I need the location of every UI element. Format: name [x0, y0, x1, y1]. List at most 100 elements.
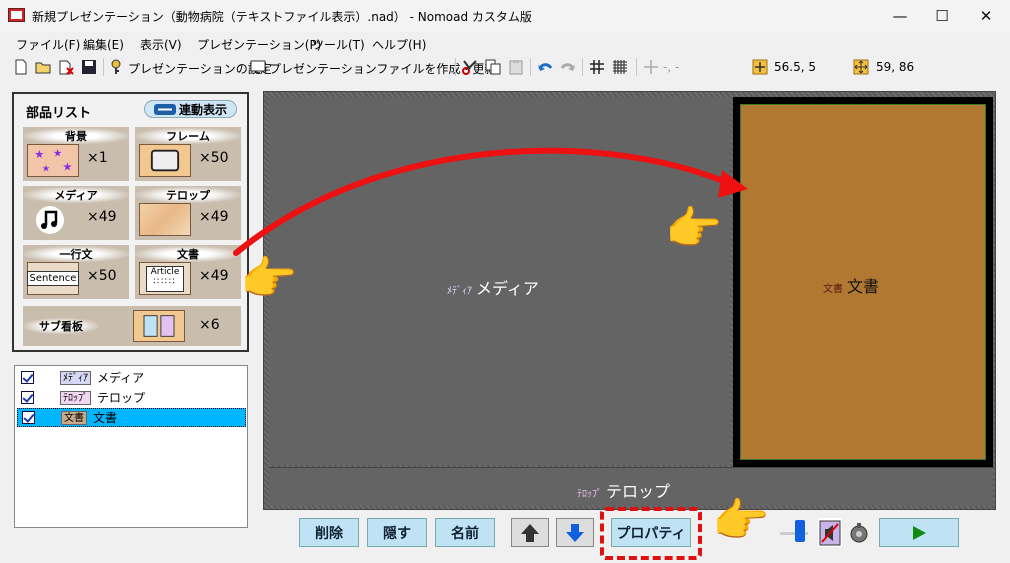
part-tile-label: 一行文: [23, 246, 129, 262]
part-tile-label: サブ看板: [23, 318, 99, 334]
svg-text:★: ★: [62, 160, 72, 173]
part-tile-sub-signboard[interactable]: サブ看板 ×6: [23, 306, 241, 346]
layer-visibility-checkbox[interactable]: [22, 411, 35, 424]
document-zone[interactable]: 文書 文書: [733, 97, 993, 467]
minimize-button[interactable]: —: [878, 0, 922, 32]
part-tile-sentence[interactable]: 一行文 Sentence ×50: [23, 245, 129, 299]
toolbar-separator: [103, 58, 104, 76]
menu-view[interactable]: 表示(V): [140, 36, 182, 53]
part-tile-background[interactable]: 背景 ★ ★ ★ ★ ×1: [23, 127, 129, 181]
part-tile-document[interactable]: 文書 Article ∷∷∷ ×49: [135, 245, 241, 299]
open-folder-icon[interactable]: [35, 59, 51, 75]
paste-icon[interactable]: [508, 59, 524, 75]
copy-icon[interactable]: [485, 59, 501, 75]
toolbar-separator: [455, 58, 456, 76]
svg-text:★: ★: [34, 148, 44, 161]
menu-presentation[interactable]: プレゼンテーション(P): [197, 36, 321, 53]
fine-grid-icon[interactable]: [612, 59, 628, 75]
part-count: ×1: [87, 150, 108, 166]
part-tile-label: フレーム: [135, 128, 241, 144]
document-zone-fill: 文書 文書: [740, 104, 986, 460]
part-tile-media[interactable]: メディア ×49: [23, 186, 129, 240]
toolbar: プレゼンテーションの設定 プレゼンテーションファイルを作成・更新 -, - 56…: [0, 54, 1010, 80]
part-count: ×6: [199, 317, 220, 333]
layer-label: テロップ: [97, 391, 146, 405]
close-button[interactable]: ✕: [964, 0, 1008, 32]
save-icon[interactable]: [81, 59, 97, 75]
media-tag: ﾒﾃﾞｨｱ: [447, 286, 472, 297]
layer-tag: 文書: [61, 410, 87, 425]
volume-slider-thumb[interactable]: [795, 520, 805, 542]
play-button[interactable]: [879, 518, 959, 547]
menu-tools[interactable]: ツール(T): [312, 36, 365, 53]
position-icon: [752, 59, 768, 75]
part-tile-label: テロップ: [135, 187, 241, 203]
app-icon: [8, 8, 25, 22]
layer-row-document[interactable]: 文書 文書: [17, 408, 246, 427]
layer-label: 文書: [93, 411, 118, 425]
part-count: ×50: [87, 268, 117, 284]
cursor-coordinates: -, -: [663, 60, 680, 74]
mute-icon: [819, 520, 841, 545]
grid-icon[interactable]: [589, 59, 605, 75]
telop-label: テロップ: [606, 482, 671, 501]
properties-highlight-box: [600, 507, 702, 560]
layer-row-media[interactable]: ﾒﾃﾞｨｱ メディア: [17, 368, 246, 387]
parts-list-panel: 部品リスト 連動表示 背景 ★ ★ ★ ★ ×1 フレーム ×50 メディア ×49 …: [12, 92, 249, 352]
menu-edit[interactable]: 編集(E): [83, 36, 124, 53]
pointing-hand-icon: 👉: [712, 493, 770, 547]
telop-tag: ﾃﾛｯﾌﾟ: [577, 489, 602, 500]
undo-icon[interactable]: [537, 59, 553, 75]
frame-icon: [139, 144, 191, 177]
mute-button[interactable]: [818, 518, 842, 547]
layer-visibility-checkbox[interactable]: [21, 371, 34, 384]
part-tile-frame[interactable]: フレーム ×50: [135, 127, 241, 181]
presentation-stage[interactable]: ﾒﾃﾞｨｱ メディア 文書 文書 ﾃﾛｯﾌﾟ テロップ: [263, 91, 996, 510]
position-readout: 56.5, 5: [774, 60, 816, 74]
part-tile-telop[interactable]: テロップ ×49: [135, 186, 241, 240]
layer-tag: ﾒﾃﾞｨｱ: [60, 370, 91, 385]
settings-button[interactable]: [846, 518, 872, 547]
article-thumb-text: Article: [150, 266, 180, 277]
part-count: ×49: [199, 209, 229, 225]
cut-icon[interactable]: [462, 59, 478, 75]
part-tile-label: 文書: [135, 246, 241, 262]
presentation-file-icon: [250, 60, 266, 74]
part-tile-label: メディア: [23, 187, 129, 203]
layer-row-telop[interactable]: ﾃﾛｯﾌﾟ テロップ: [17, 388, 246, 407]
document-zone-label: 文書 文書: [823, 273, 879, 297]
toolbar-separator: [530, 58, 531, 76]
key-icon: [111, 59, 121, 74]
stars-background-icon: ★ ★★ ★: [27, 144, 79, 177]
move-up-button[interactable]: [511, 518, 549, 547]
close-file-icon[interactable]: [58, 59, 74, 75]
article-icon: Article ∷∷∷: [139, 262, 191, 295]
telop-zone[interactable]: ﾃﾛｯﾌﾟ テロップ: [269, 467, 993, 506]
hide-button[interactable]: 隠す: [367, 518, 427, 547]
telop-zone-label: ﾃﾛｯﾌﾟ テロップ: [577, 478, 670, 502]
size-readout: 59, 86: [876, 60, 915, 74]
media-zone[interactable]: ﾒﾃﾞｨｱ メディア: [269, 97, 730, 465]
menu-help[interactable]: ヘルプ(H): [372, 36, 426, 53]
move-down-button[interactable]: [556, 518, 594, 547]
part-count: ×49: [87, 209, 117, 225]
layer-tag: ﾃﾛｯﾌﾟ: [60, 390, 91, 405]
title-bar: 新規プレゼンテーション（動物病院（テキストファイル表示）.nad） - Nomo…: [0, 0, 1010, 32]
linked-display-button[interactable]: 連動表示: [144, 100, 237, 118]
size-icon: [853, 59, 869, 75]
menu-file[interactable]: ファイル(F): [16, 36, 80, 53]
new-file-icon[interactable]: [13, 59, 29, 75]
sentence-thumb-text: Sentence: [26, 271, 80, 286]
menu-bar: ファイル(F) 編集(E) 表示(V) プレゼンテーション(P) ツール(T) …: [0, 32, 1010, 54]
toolbar-separator: [636, 58, 637, 76]
maximize-button[interactable]: ☐: [920, 0, 964, 32]
sub-signboard-icon: [133, 310, 185, 342]
layer-visibility-checkbox[interactable]: [21, 391, 34, 404]
delete-button[interactable]: 削除: [299, 518, 359, 547]
parts-list-title: 部品リスト: [26, 106, 92, 121]
arrow-down-icon: [566, 523, 584, 542]
redo-icon[interactable]: [560, 59, 576, 75]
pointing-hand-icon: 👉: [240, 251, 298, 305]
rename-button[interactable]: 名前: [435, 518, 495, 547]
layer-list: ﾒﾃﾞｨｱ メディア ﾃﾛｯﾌﾟ テロップ 文書 文書: [14, 365, 248, 528]
